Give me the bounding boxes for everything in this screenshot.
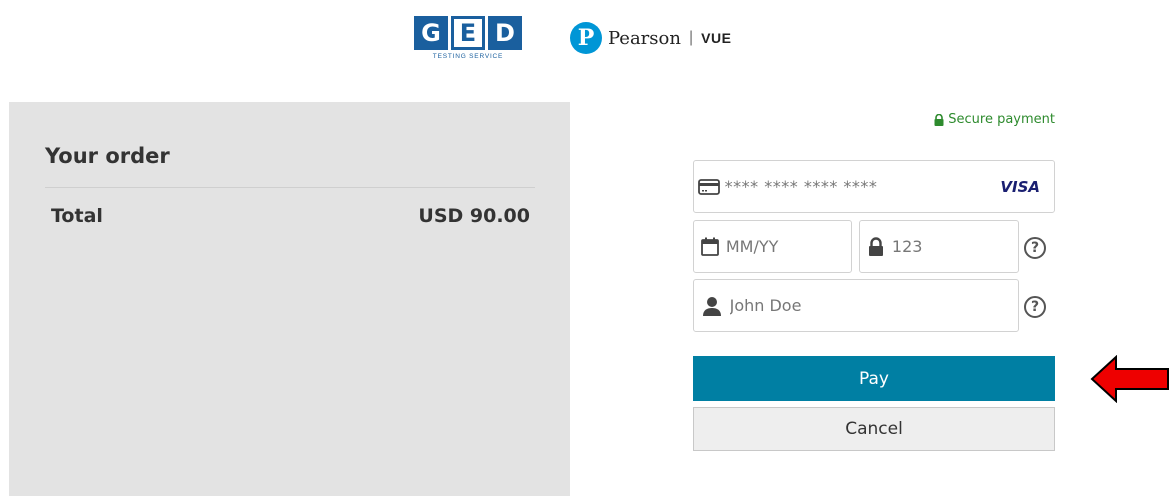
cvc-input[interactable] [891, 237, 1018, 256]
secure-payment-label: Secure payment [934, 112, 1055, 127]
pearson-vue-logo: P Pearson | VUE [570, 22, 731, 54]
order-title: Your order [45, 144, 170, 168]
ged-subtitle: TESTING SERVICE [432, 53, 504, 60]
cvc-field[interactable] [859, 220, 1019, 273]
pearson-name: Pearson [608, 27, 681, 49]
order-summary-panel: Your order Total USD 90.00 [9, 102, 570, 496]
cardholder-name-field[interactable] [693, 279, 1019, 332]
ged-letter-g: G [414, 16, 448, 50]
pearson-mark-icon: P [570, 22, 602, 54]
user-icon [694, 296, 730, 316]
name-help-icon[interactable]: ? [1024, 296, 1046, 318]
secure-payment-text: Secure payment [948, 112, 1055, 127]
visa-brand-icon: VISA [1000, 177, 1040, 196]
expiry-input[interactable] [725, 237, 851, 256]
lock-icon [860, 236, 892, 257]
total-label: Total [51, 205, 103, 227]
cvc-help-icon[interactable]: ? [1024, 237, 1046, 259]
calendar-icon [694, 237, 726, 257]
cancel-button[interactable]: Cancel [693, 407, 1055, 451]
left-arrow-icon [1090, 355, 1169, 403]
credit-card-icon [694, 178, 725, 195]
order-divider [45, 187, 535, 188]
pearson-vue: VUE [701, 30, 732, 46]
card-number-field[interactable]: VISA [693, 160, 1055, 213]
card-number-input[interactable] [724, 177, 1001, 196]
ged-letter-d: D [488, 16, 522, 50]
pearson-separator: | [688, 29, 694, 46]
lock-icon [934, 113, 944, 126]
ged-logo: G E D TESTING SERVICE [414, 16, 526, 64]
total-value: USD 90.00 [418, 205, 530, 227]
cardholder-name-input[interactable] [729, 296, 1018, 315]
ged-letter-e: E [451, 16, 485, 50]
pay-button[interactable]: Pay [693, 356, 1055, 401]
expiry-field[interactable] [693, 220, 852, 273]
